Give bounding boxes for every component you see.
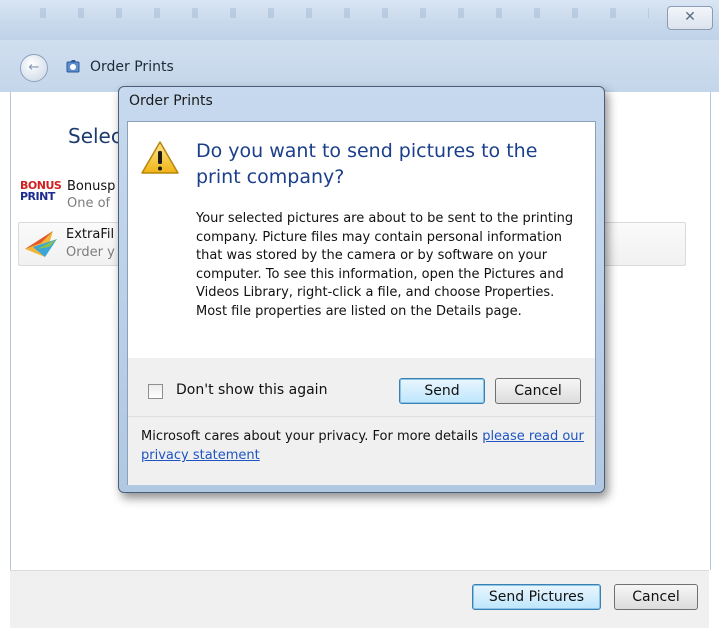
dont-show-again-label[interactable]: Don't show this again [176,382,327,398]
bonusprint-logo: BONUS PRINT [20,180,62,202]
privacy-statement-text: Microsoft cares about your privacy. For … [141,429,483,444]
privacy-confirmation-dialog: Order Prints Do you want to send picture… [118,86,605,493]
close-button[interactable]: ✕ [667,6,713,30]
title-bar-background [40,8,649,18]
provider-description: Order y [66,245,115,260]
privacy-notice: Microsoft cares about your privacy. For … [128,416,595,485]
dialog-body: Do you want to send pictures to the prin… [127,121,596,485]
provider-description: One of [67,196,111,211]
wizard-cancel-button[interactable]: Cancel [614,584,698,610]
back-button[interactable]: ← [20,54,48,82]
back-arrow-icon: ← [28,60,40,75]
close-icon: ✕ [684,9,696,25]
dialog-question: Do you want to send pictures to the prin… [196,140,538,188]
title-bar [0,0,719,40]
provider-name: ExtraFil [66,227,115,242]
provider-name: Bonusp [67,179,116,194]
order-prints-icon [66,60,80,73]
window-title: Order Prints [90,59,174,75]
dont-show-again-checkbox[interactable] [148,384,163,399]
wizard-footer [10,570,709,628]
warning-icon [141,141,179,174]
cancel-button[interactable]: Cancel [495,378,581,404]
page-heading: Selec [68,124,122,148]
dialog-title: Order Prints [129,93,213,109]
send-pictures-button[interactable]: Send Pictures [472,584,601,610]
extrafilm-logo [25,231,57,257]
send-button[interactable]: Send [399,378,485,404]
privacy-text: Microsoft cares about your privacy. For … [141,427,586,465]
bonusprint-logo-bottom: PRINT [20,190,55,203]
dialog-message: Your selected pictures are about to be s… [196,211,574,319]
